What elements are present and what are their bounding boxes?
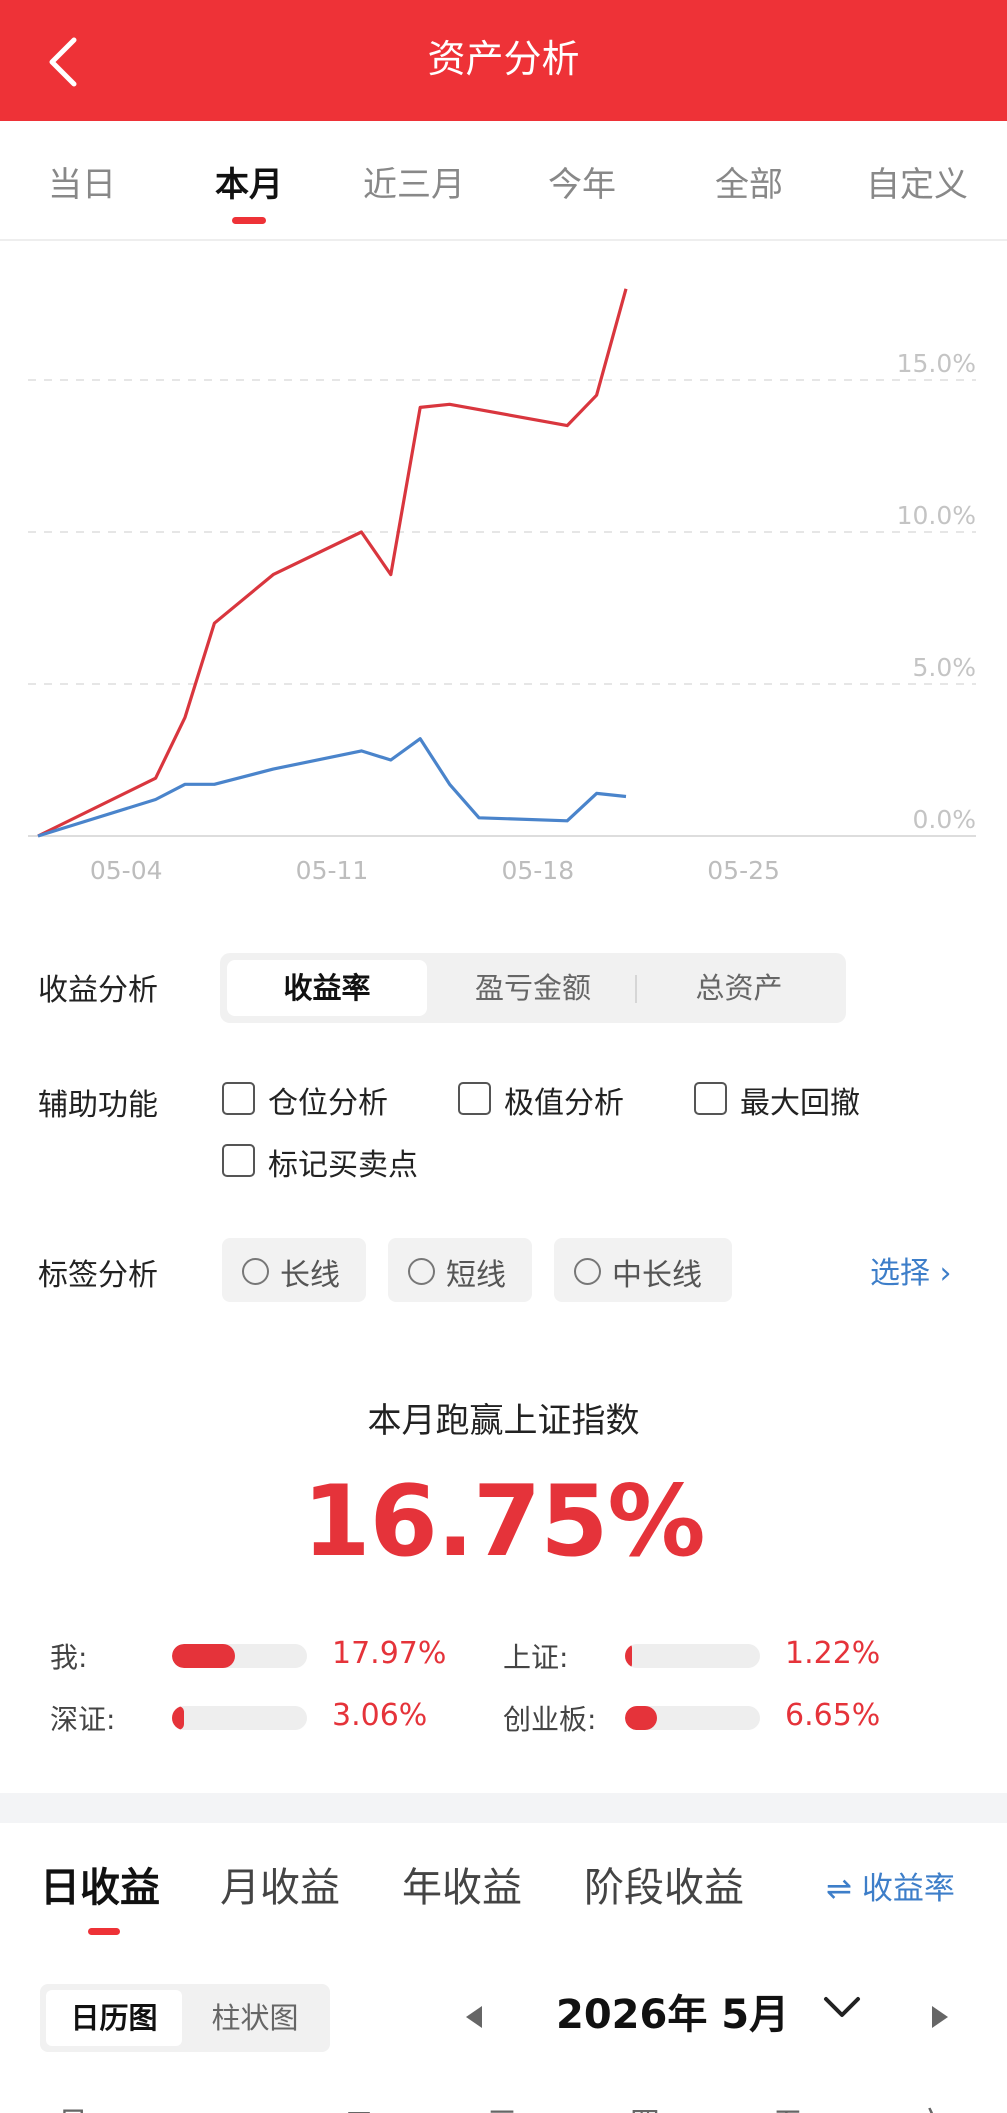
- comparison-title: 本月跑赢上证指数: [367, 1401, 640, 1441]
- weekday-label: 三: [487, 2098, 517, 2113]
- prev-month-icon[interactable]: [466, 2006, 482, 2028]
- month-label[interactable]: 2026年 5月: [556, 1982, 789, 2040]
- checkbox-box[interactable]: [458, 1082, 491, 1115]
- comparison-label: 我:: [50, 1641, 88, 1674]
- weekday-label: 一: [201, 2098, 231, 2113]
- tag-analysis-label: 标签分析: [38, 1258, 158, 1293]
- tag-short-term[interactable]: 短线: [388, 1238, 532, 1302]
- comparison-shanghai: 上证: 1.22%: [503, 1636, 903, 1676]
- progress-track: [625, 1706, 760, 1730]
- profit-amount-option[interactable]: 盈亏金额: [433, 960, 633, 1016]
- period-tab-indicator: [88, 1928, 120, 1935]
- comparison-value: 1.22%: [785, 1636, 881, 1671]
- tab-all[interactable]: 全部: [715, 157, 783, 206]
- tab-this-year[interactable]: 今年: [548, 157, 616, 206]
- tab-daily-return[interactable]: 日收益: [40, 1855, 160, 1913]
- tab-monthly-return[interactable]: 月收益: [220, 1855, 340, 1913]
- checkbox-box[interactable]: [694, 1082, 727, 1115]
- profit-analysis-selector: 收益率 盈亏金额 总资产: [220, 953, 846, 1023]
- profit-analysis-label: 收益分析: [38, 973, 158, 1008]
- bar-view-button[interactable]: 柱状图: [187, 1990, 323, 2046]
- checkbox-label: 极值分析: [504, 1086, 624, 1121]
- return-line-chart: 0.0% 5.0% 10.0% 15.0% 05-04 05-11 05-18 05-25: [28, 288, 976, 885]
- y-tick-label: 0.0%: [912, 805, 976, 834]
- tag-mid-long-term[interactable]: 中长线: [554, 1238, 732, 1302]
- weekday-label: 四: [630, 2098, 660, 2113]
- page-title: 资产分析: [427, 37, 580, 81]
- comparison-label: 上证:: [503, 1641, 569, 1674]
- weekday-label: 二: [344, 2098, 374, 2113]
- tag-label: 长线: [280, 1258, 340, 1293]
- section-separator: [0, 1793, 1007, 1823]
- checkbox-label: 标记买卖点: [268, 1148, 418, 1183]
- outperformance-value: 16.75%: [302, 1465, 705, 1579]
- checkbox-box[interactable]: [222, 1144, 255, 1177]
- progress-fill: [625, 1706, 658, 1730]
- comparison-value: 17.97%: [332, 1636, 447, 1671]
- calendar-view-button[interactable]: 日历图: [46, 1990, 182, 2046]
- radio-icon: [574, 1258, 601, 1285]
- checkbox-box[interactable]: [222, 1082, 255, 1115]
- series-line-mine: [37, 288, 628, 838]
- next-month-icon[interactable]: [932, 2006, 948, 2028]
- radio-icon: [242, 1258, 269, 1285]
- comparison-label: 创业板:: [503, 1703, 597, 1736]
- tab-custom[interactable]: 自定义: [866, 157, 968, 206]
- x-tick-label: 05-25: [707, 856, 780, 885]
- comparison-value: 6.65%: [785, 1698, 881, 1733]
- tab-yearly-return[interactable]: 年收益: [402, 1855, 522, 1913]
- tag-long-term[interactable]: 长线: [222, 1238, 366, 1302]
- aux-functions-label: 辅助功能: [38, 1088, 158, 1123]
- tag-label: 短线: [446, 1258, 506, 1293]
- active-tab-indicator: [232, 217, 266, 224]
- comparison-chinext: 创业板: 6.65%: [503, 1698, 903, 1738]
- y-tick-label: 10.0%: [897, 501, 976, 530]
- progress-fill: [172, 1644, 236, 1668]
- select-tags-link[interactable]: 选择 ›: [870, 1248, 952, 1292]
- comparison-label: 深证:: [50, 1703, 116, 1736]
- y-tick-label: 15.0%: [897, 349, 976, 378]
- tab-period-return[interactable]: 阶段收益: [584, 1855, 744, 1913]
- y-tick-label: 5.0%: [912, 653, 976, 682]
- weekday-header: 日 一 二 三 四 五 六: [0, 2098, 1007, 2113]
- checkbox-label: 仓位分析: [268, 1086, 388, 1121]
- x-tick-label: 05-11: [296, 856, 369, 885]
- return-rate-option[interactable]: 收益率: [227, 960, 427, 1016]
- tag-label: 中长线: [612, 1258, 702, 1293]
- progress-track: [172, 1706, 307, 1730]
- progress-fill: [625, 1644, 632, 1668]
- comparison-me: 我: 17.97%: [50, 1636, 450, 1676]
- progress-track: [625, 1644, 760, 1668]
- chevron-down-icon[interactable]: [820, 1990, 864, 2024]
- comparison-value: 3.06%: [332, 1698, 428, 1733]
- weekday-label: 日: [58, 2098, 88, 2113]
- progress-track: [172, 1644, 307, 1668]
- tab-today[interactable]: 当日: [48, 157, 116, 206]
- tab-this-month[interactable]: 本月: [215, 157, 283, 206]
- tab-three-months[interactable]: 近三月: [363, 157, 465, 206]
- weekday-label: 六: [916, 2098, 946, 2113]
- progress-fill: [172, 1706, 185, 1730]
- series-line-benchmark: [37, 737, 627, 838]
- x-tick-label: 05-18: [501, 856, 574, 885]
- comparison-shenzhen: 深证: 3.06%: [50, 1698, 450, 1738]
- x-tick-label: 05-04: [90, 856, 163, 885]
- range-tabs: 当日 本月 近三月 今年 全部 自定义: [0, 121, 1007, 241]
- total-assets-option[interactable]: 总资产: [639, 960, 839, 1016]
- weekday-label: 五: [773, 2098, 803, 2113]
- view-selector: 日历图 柱状图: [40, 1984, 330, 2052]
- return-rate-toggle[interactable]: ⇌ 收益率: [826, 1863, 955, 1908]
- radio-icon: [408, 1258, 435, 1285]
- segment-divider: [635, 975, 637, 1003]
- top-bar: 资产分析: [0, 0, 1007, 121]
- checkbox-label: 最大回撤: [740, 1086, 860, 1121]
